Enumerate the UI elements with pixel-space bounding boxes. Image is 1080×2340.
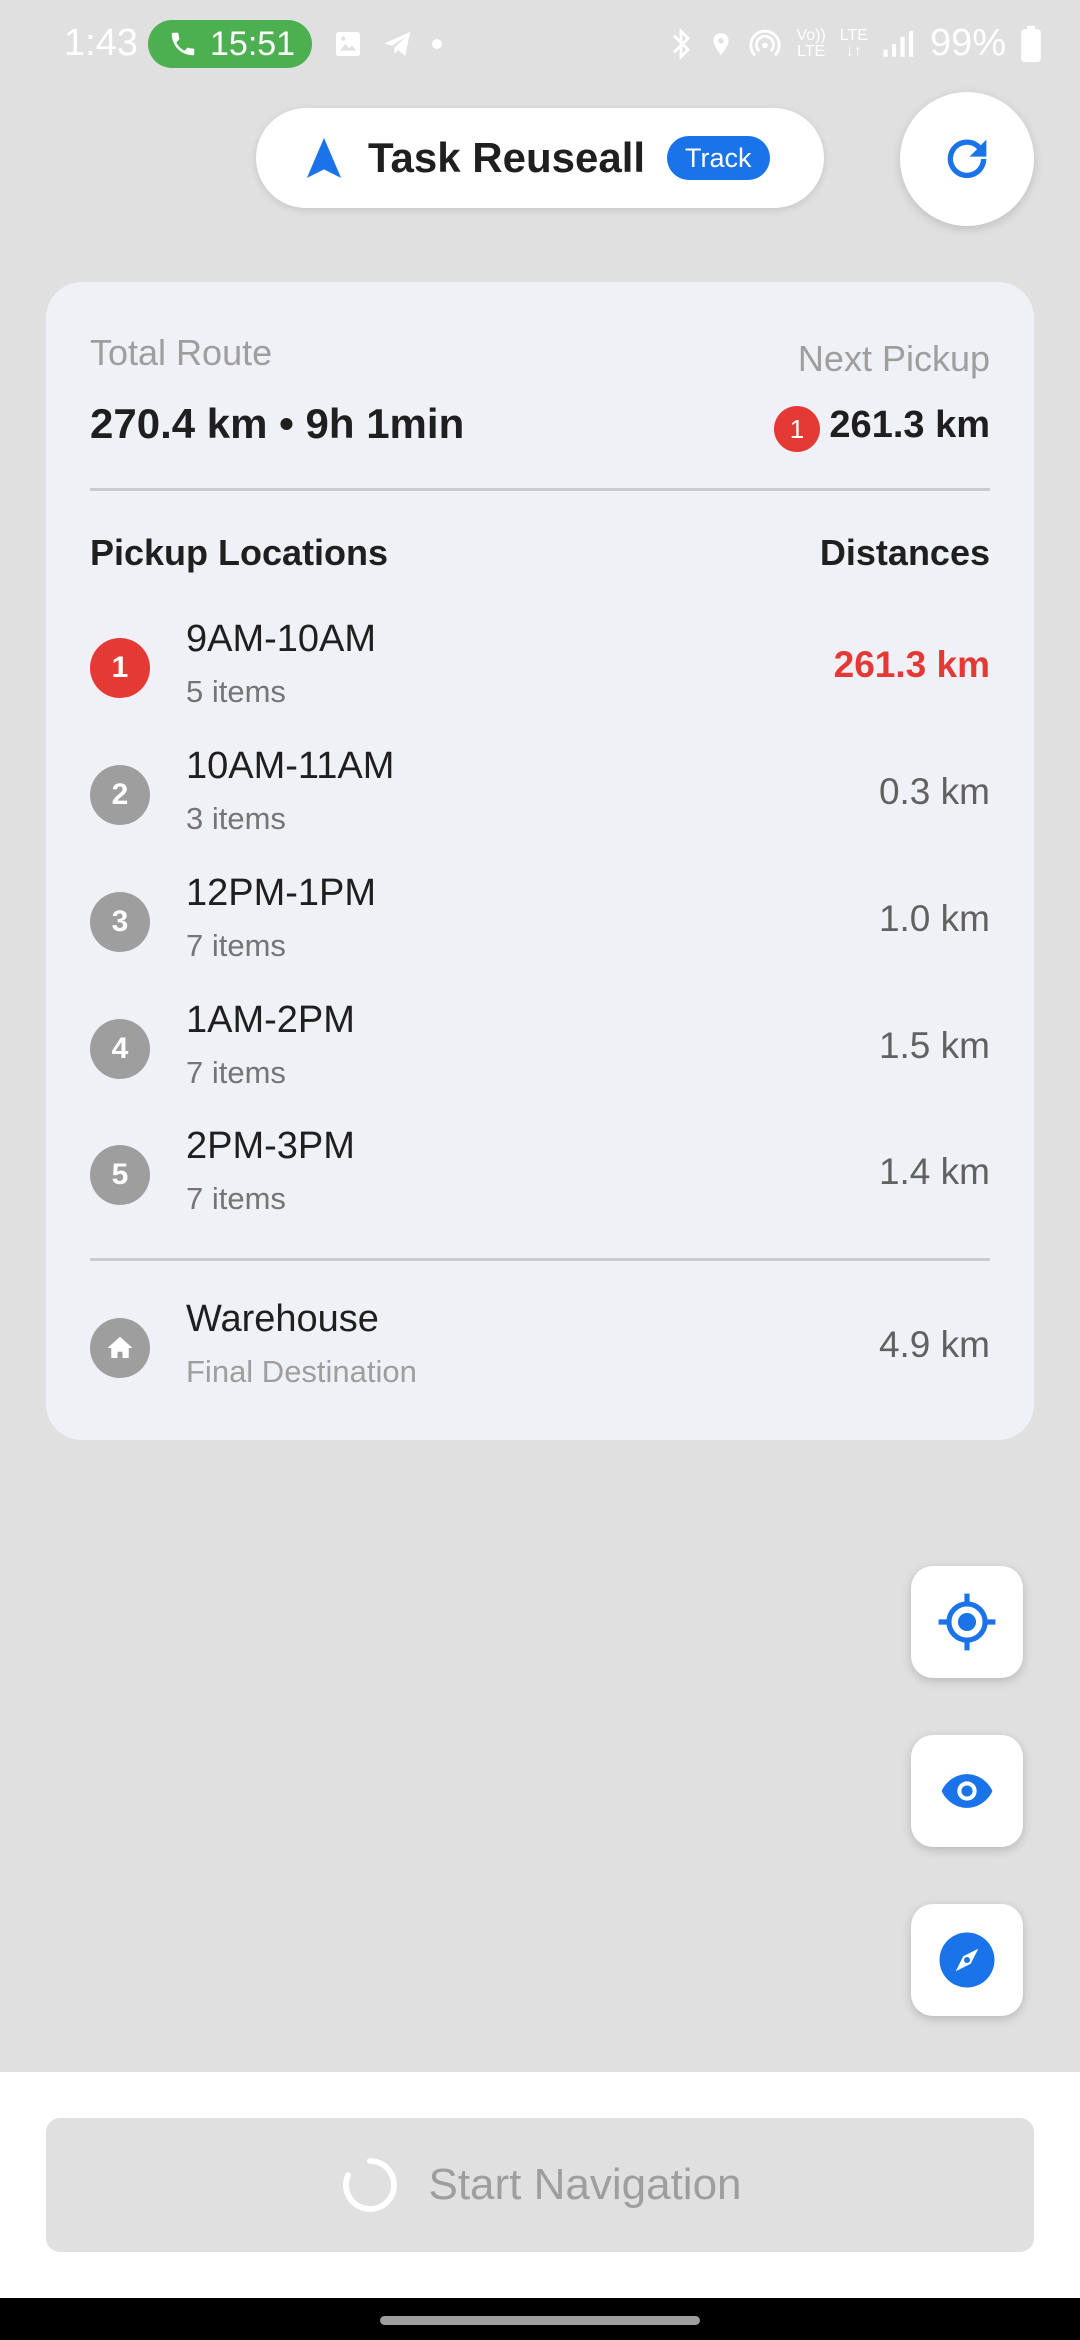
pickup-distance: 0.3 km (878, 771, 990, 812)
refresh-button[interactable] (900, 92, 1034, 226)
stop-number-badge: 3 (90, 892, 150, 952)
phone-icon (171, 32, 195, 56)
status-bar: 1:43 15:51 Vo)) LTE LTE ↓↑ 99% (0, 0, 1080, 90)
destination-divider (90, 1258, 990, 1261)
status-time: 1:43 (64, 22, 138, 64)
next-pickup-distance: 261.3 km (829, 404, 990, 446)
pickup-row[interactable]: 3 12PM-1PM 7 items 1.0 km (90, 872, 990, 972)
destination-distance: 4.9 km (878, 1324, 990, 1365)
pickup-time-window: 2PM-3PM (186, 1125, 355, 1167)
more-notifications-dot (432, 39, 442, 49)
stop-number-badge: 1 (90, 638, 150, 698)
system-indicators: Vo)) LTE LTE ↓↑ 99% (668, 22, 1042, 65)
next-pickup-label: Next Pickup (797, 338, 990, 379)
track-badge[interactable]: Track (667, 136, 770, 180)
task-title: Task Reuseall (368, 134, 646, 181)
distances-heading: Distances (819, 532, 990, 573)
refresh-icon (947, 139, 987, 179)
navigation-arrow-icon (306, 138, 342, 178)
hotspot-icon (749, 29, 781, 56)
pickup-distance: 1.5 km (878, 1025, 990, 1066)
home-badge (90, 1318, 150, 1378)
bottom-action-panel: Start Navigation (0, 2072, 1080, 2298)
bluetooth-icon (673, 27, 691, 60)
pickup-item-count: 7 items (186, 1181, 286, 1216)
compass-button[interactable] (911, 1904, 1023, 2016)
pickup-locations-heading: Pickup Locations (90, 532, 389, 573)
signal-icon (883, 30, 914, 57)
pickup-distance: 261.3 km (833, 644, 990, 685)
loading-spinner-icon (343, 2158, 398, 2212)
start-navigation-label: Start Navigation (428, 2160, 742, 2209)
pickup-item-count: 5 items (186, 674, 286, 709)
gallery-icon (336, 32, 360, 56)
home-gesture-handle[interactable] (380, 2316, 700, 2325)
volte-icon: Vo)) LTE (796, 26, 826, 60)
home-icon (107, 1336, 133, 1358)
notification-icons (332, 28, 442, 60)
pickup-item-count: 7 items (186, 928, 286, 963)
next-pickup-badge: 1 (774, 406, 820, 452)
my-location-button[interactable] (911, 1566, 1023, 1678)
pickup-item-count: 3 items (186, 801, 286, 836)
pickup-distance: 1.0 km (878, 898, 990, 939)
pickup-row[interactable]: 2 10AM-11AM 3 items 0.3 km (90, 745, 990, 845)
battery-percent: 99% (929, 22, 1006, 64)
crosshair-icon (938, 1593, 996, 1651)
pickup-time-window: 12PM-1PM (186, 872, 377, 914)
summary-divider (90, 488, 990, 491)
compass-icon (939, 1932, 995, 1988)
pickup-row[interactable]: 4 1AM-2PM 7 items 1.5 km (90, 999, 990, 1099)
eye-icon (941, 1774, 993, 1808)
call-duration: 15:51 (210, 24, 296, 63)
destination-row[interactable]: Warehouse Final Destination 4.9 km (90, 1298, 990, 1398)
pickup-time-window: 1AM-2PM (186, 999, 355, 1041)
route-summary-card: Total Route 270.4 km • 9h 1min Next Pick… (46, 282, 1034, 1440)
ongoing-call-pill[interactable]: 15:51 (148, 20, 312, 68)
battery-icon (1021, 25, 1041, 62)
pickup-time-window: 10AM-11AM (186, 745, 395, 787)
pickup-row[interactable]: 5 2PM-3PM 7 items 1.4 km (90, 1125, 990, 1225)
stop-number-badge: 4 (90, 1019, 150, 1079)
total-route-value: 270.4 km • 9h 1min (90, 400, 465, 447)
pickup-row[interactable]: 1 9AM-10AM 5 items 261.3 km (90, 618, 990, 718)
stop-number-badge: 2 (90, 765, 150, 825)
telegram-icon (384, 32, 410, 56)
pickup-item-count: 7 items (186, 1055, 286, 1090)
stop-number-badge: 5 (90, 1145, 150, 1205)
pickup-time-window: 9AM-10AM (186, 618, 377, 660)
pickup-distance: 1.4 km (878, 1151, 990, 1192)
location-icon (713, 32, 730, 55)
start-navigation-button[interactable]: Start Navigation (46, 2118, 1034, 2252)
total-route-label: Total Route (90, 332, 273, 373)
destination-subtitle: Final Destination (186, 1354, 417, 1389)
view-toggle-button[interactable] (911, 1735, 1023, 1847)
task-title-pill[interactable]: Task Reuseall Track (256, 108, 824, 208)
lte-data-icon: LTE ↓↑ (839, 26, 868, 60)
destination-name: Warehouse (186, 1298, 379, 1340)
